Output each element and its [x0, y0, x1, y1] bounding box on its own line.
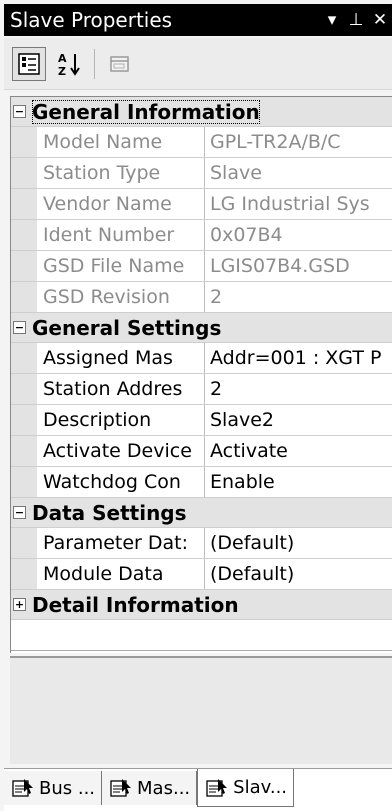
property-value: LG Industrial Sys [210, 193, 370, 215]
property-name[interactable]: Module Data [37, 559, 205, 589]
property-row[interactable]: Station Addres 2 [11, 374, 392, 405]
row-gutter [11, 127, 37, 157]
tab-bus[interactable]: Bus ... [4, 771, 103, 805]
panel-title-bar[interactable]: Slave Properties ▾ ⊥ ✕ [4, 4, 392, 36]
row-gutter [11, 343, 37, 373]
property-name[interactable]: Watchdog Con [37, 467, 205, 497]
row-gutter [11, 220, 37, 250]
property-name[interactable]: Station Addres [37, 374, 205, 404]
categorized-icon [18, 52, 40, 75]
property-value: LGIS07B4.GSD [210, 255, 350, 277]
property-row[interactable]: Vendor Name LG Industrial Sys [11, 189, 392, 220]
collapse-icon[interactable]: − [13, 506, 26, 519]
row-gutter [11, 374, 37, 404]
row-gutter [11, 158, 37, 188]
property-pages-icon [110, 55, 129, 72]
property-row[interactable]: Module Data (Default) [11, 559, 392, 590]
property-value: 0x07B4 [210, 224, 283, 246]
property-row[interactable]: GSD File Name LGIS07B4.GSD [11, 251, 392, 282]
collapse-icon[interactable]: − [13, 321, 26, 334]
property-row[interactable]: GSD Revision 2 [11, 282, 392, 313]
property-row[interactable]: Ident Number 0x07B4 [11, 220, 392, 251]
property-row[interactable]: Model Name GPL-TR2A/B/C [11, 127, 392, 158]
property-value[interactable]: Addr=001 : XGT P [205, 343, 392, 373]
category-general-information[interactable]: − General Information [11, 97, 392, 127]
property-value[interactable]: 2 [205, 374, 392, 404]
category-label: General Settings [32, 315, 222, 340]
category-label: Detail Information [32, 592, 239, 617]
alphabetical-icon: A Z [58, 52, 80, 77]
row-gutter [11, 189, 37, 219]
property-value[interactable]: Slave2 [205, 405, 392, 435]
dropdown-arrow-icon[interactable]: ▾ [320, 10, 344, 30]
properties-icon [110, 778, 132, 798]
toolbar-separator [94, 48, 95, 79]
tab-slave[interactable]: Slav... [197, 769, 295, 807]
property-row[interactable]: Activate Device Activate [11, 436, 392, 467]
category-general-settings[interactable]: − General Settings [11, 313, 392, 343]
property-name[interactable]: Parameter Dat: [37, 528, 205, 558]
property-row[interactable]: Watchdog Con Enable [11, 467, 392, 498]
svg-text:A: A [58, 52, 67, 65]
slave-properties-panel: Slave Properties ▾ ⊥ ✕ A Z − General Inf… [0, 0, 392, 812]
row-gutter [11, 405, 37, 435]
property-name[interactable]: Activate Device [37, 436, 205, 466]
close-icon[interactable]: ✕ [368, 10, 392, 30]
property-name[interactable]: GSD File Name [37, 251, 205, 281]
row-gutter [11, 251, 37, 281]
row-gutter [11, 559, 37, 589]
property-value: GPL-TR2A/B/C [210, 131, 341, 153]
expand-icon[interactable]: + [13, 598, 26, 611]
property-row[interactable]: Description Slave2 [11, 405, 392, 436]
row-gutter [11, 436, 37, 466]
categorized-button[interactable] [12, 46, 46, 81]
property-row[interactable]: Parameter Dat: (Default) [11, 528, 392, 559]
tab-label: Slav... [233, 777, 288, 798]
properties-icon [12, 778, 34, 798]
row-gutter [11, 467, 37, 497]
panel-tab-strip: Bus ... Mas... Slav... [4, 768, 392, 812]
property-value[interactable]: (Default) [205, 528, 392, 558]
property-name[interactable]: Station Type [37, 158, 205, 188]
property-name[interactable]: Description [37, 405, 205, 435]
property-name[interactable]: GSD Revision [37, 282, 205, 312]
properties-icon [206, 778, 228, 798]
property-toolbar: A Z [4, 38, 392, 90]
description-pane [10, 656, 392, 764]
property-value: 2 [210, 286, 223, 308]
property-grid[interactable]: − General Information Model Name GPL-TR2A/B… [10, 96, 392, 653]
collapse-icon[interactable]: − [13, 105, 26, 118]
category-label: Data Settings [32, 500, 187, 525]
property-row[interactable]: Assigned Mas Addr=001 : XGT P [11, 343, 392, 374]
category-data-settings[interactable]: − Data Settings [11, 498, 392, 528]
property-value[interactable]: Activate [205, 436, 392, 466]
category-detail-information[interactable]: + Detail Information [11, 590, 392, 620]
row-gutter [11, 282, 37, 312]
property-pages-button[interactable] [103, 47, 137, 81]
property-value[interactable]: (Default) [205, 559, 392, 589]
row-gutter [11, 528, 37, 558]
property-name[interactable]: Model Name [37, 127, 205, 157]
pin-icon[interactable]: ⊥ [344, 10, 368, 30]
property-name[interactable]: Ident Number [37, 220, 205, 250]
tab-label: Mas... [137, 777, 191, 799]
property-value: Slave [210, 162, 262, 184]
grid-empty-area [11, 620, 392, 651]
tab-master[interactable]: Mas... [102, 771, 198, 805]
tab-label: Bus ... [39, 777, 96, 799]
property-name[interactable]: Vendor Name [37, 189, 205, 219]
panel-title: Slave Properties [10, 8, 173, 32]
svg-text:Z: Z [58, 65, 66, 77]
property-value[interactable]: Enable [205, 467, 392, 497]
category-label: General Information [32, 99, 260, 124]
alphabetical-button[interactable]: A Z [52, 47, 86, 81]
property-row[interactable]: Station Type Slave [11, 158, 392, 189]
property-name[interactable]: Assigned Mas [37, 343, 205, 373]
